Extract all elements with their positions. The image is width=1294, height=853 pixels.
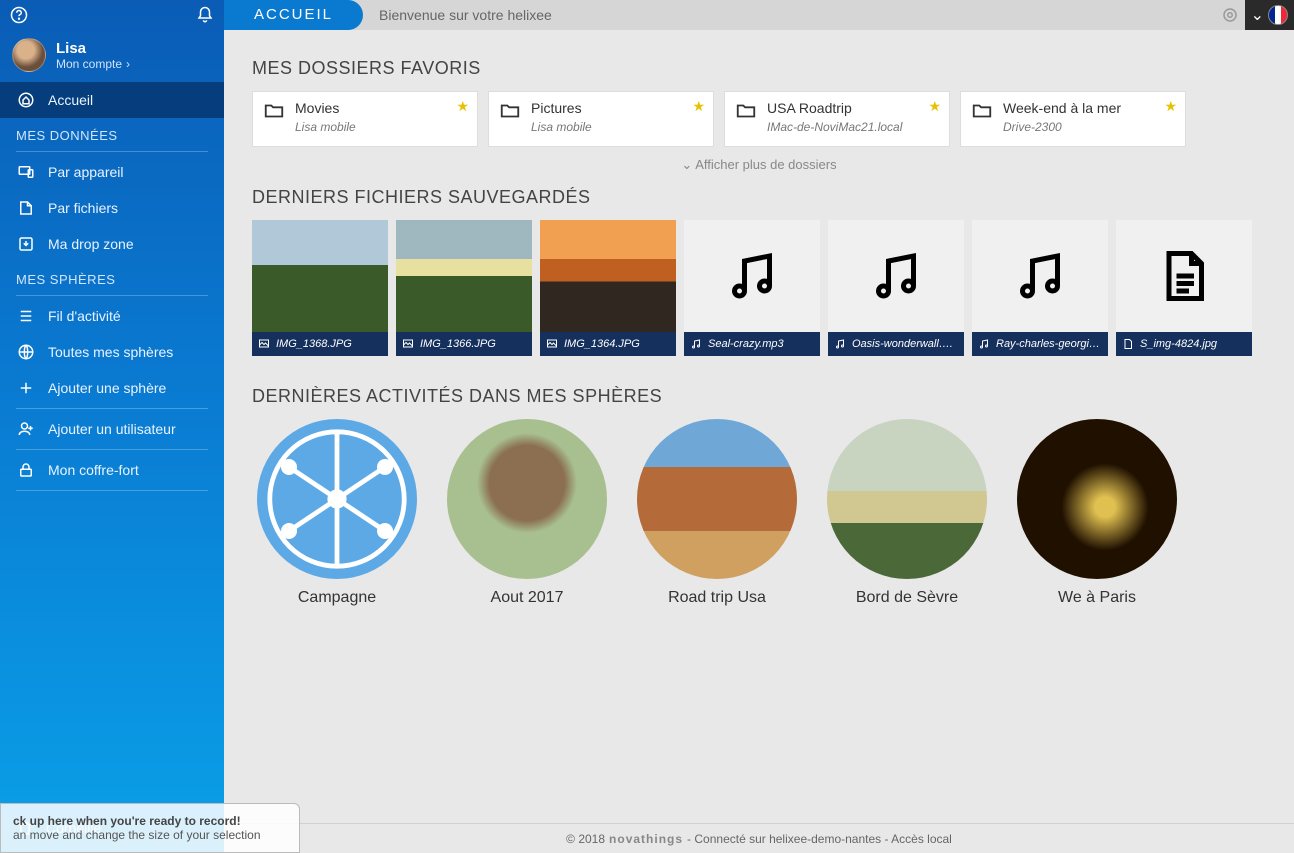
recent-spheres-heading: DERNIÈRES ACTIVITÉS DANS MES SPHÈRES xyxy=(252,386,1266,407)
sphere-image xyxy=(447,419,607,579)
favorites-row: ★ Movies Lisa mobile ★ Pictures Lisa mob… xyxy=(252,91,1266,147)
nav-add-user[interactable]: Ajouter un utilisateur xyxy=(0,411,224,447)
divider xyxy=(16,151,208,152)
sphere-image xyxy=(827,419,987,579)
file-card[interactable]: IMG_1366.JPG xyxy=(396,220,532,356)
overlay-line1: ck up here when you're ready to record! xyxy=(13,814,287,828)
music-icon xyxy=(834,338,846,350)
tab-home[interactable]: ACCUEIL xyxy=(224,0,363,30)
user-name: Lisa xyxy=(56,40,130,57)
doc-thumbnail xyxy=(1116,220,1252,332)
topbar: ACCUEIL Bienvenue sur votre helixee ⌄ xyxy=(224,0,1294,30)
my-account-link[interactable]: Mon compte› xyxy=(56,57,130,71)
image-thumbnail xyxy=(252,220,388,332)
sphere-image xyxy=(637,419,797,579)
files-row: IMG_1368.JPG IMG_1366.JPG IMG_1364.JPG S… xyxy=(252,220,1266,356)
file-card[interactable]: Seal-crazy.mp3 xyxy=(684,220,820,356)
target-icon[interactable] xyxy=(1215,0,1245,30)
sphere-image xyxy=(257,419,417,579)
image-icon xyxy=(258,338,270,350)
chevron-down-icon: ⌄ xyxy=(1251,5,1264,25)
devices-icon xyxy=(16,162,36,182)
section-my-data: MES DONNÉES xyxy=(0,118,224,149)
star-icon: ★ xyxy=(456,98,469,115)
show-more-folders[interactable]: ⌄ Afficher plus de dossiers xyxy=(252,147,1266,177)
folder-icon xyxy=(735,100,757,122)
image-thumbnail xyxy=(396,220,532,332)
star-icon: ★ xyxy=(928,98,941,115)
chevron-down-icon: ⌄ xyxy=(681,157,692,172)
favorites-heading: MES DOSSIERS FAVORIS xyxy=(252,58,1266,79)
help-icon[interactable] xyxy=(10,6,28,24)
sphere-item[interactable]: Bord de Sèvre xyxy=(822,419,992,607)
sphere-item[interactable]: Road trip Usa xyxy=(632,419,802,607)
globe-icon xyxy=(16,342,36,362)
spheres-row: Campagne Aout 2017 Road trip Usa Bord de… xyxy=(252,419,1266,607)
welcome-text: Bienvenue sur votre helixee xyxy=(379,7,552,23)
nav-add-sphere[interactable]: Ajouter une sphère xyxy=(0,370,224,406)
star-icon: ★ xyxy=(692,98,705,115)
image-icon xyxy=(402,338,414,350)
copyright: © 2018 xyxy=(566,832,605,846)
sphere-item[interactable]: Campagne xyxy=(252,419,422,607)
main-content: MES DOSSIERS FAVORIS ★ Movies Lisa mobil… xyxy=(224,30,1294,823)
dropzone-icon xyxy=(16,234,36,254)
sphere-image xyxy=(1017,419,1177,579)
divider xyxy=(16,449,208,450)
audio-thumbnail xyxy=(972,220,1108,332)
file-card[interactable]: S_img-4824.jpg xyxy=(1116,220,1252,356)
flag-fr-icon xyxy=(1268,5,1288,25)
home-icon xyxy=(16,90,36,110)
sidebar: Lisa Mon compte› Accueil MES DONNÉES Par… xyxy=(0,0,224,853)
user-plus-icon xyxy=(16,419,36,439)
language-selector[interactable]: ⌄ xyxy=(1245,0,1294,30)
divider xyxy=(16,408,208,409)
nav-vault[interactable]: Mon coffre-fort xyxy=(0,452,224,488)
favorite-folder[interactable]: ★ USA Roadtrip IMac-de-NoviMac21.local xyxy=(724,91,950,147)
image-icon xyxy=(546,338,558,350)
music-icon xyxy=(978,338,990,350)
footer-status: - Connecté sur helixee-demo-nantes - Acc… xyxy=(687,832,952,846)
favorite-folder[interactable]: ★ Week-end à la mer Drive-2300 xyxy=(960,91,1186,147)
recent-files-heading: DERNIERS FICHIERS SAUVEGARDÉS xyxy=(252,187,1266,208)
overlay-line2: an move and change the size of your sele… xyxy=(13,828,287,842)
nav-activity-feed[interactable]: Fil d'activité xyxy=(0,298,224,334)
nav-by-files[interactable]: Par fichiers xyxy=(0,190,224,226)
brand: novathings xyxy=(609,832,683,846)
favorite-folder[interactable]: ★ Pictures Lisa mobile xyxy=(488,91,714,147)
sphere-item[interactable]: Aout 2017 xyxy=(442,419,612,607)
sphere-item[interactable]: We à Paris xyxy=(1012,419,1182,607)
audio-thumbnail xyxy=(828,220,964,332)
lock-icon xyxy=(16,460,36,480)
image-thumbnail xyxy=(540,220,676,332)
audio-thumbnail xyxy=(684,220,820,332)
section-my-spheres: MES SPHÈRES xyxy=(0,262,224,293)
document-icon xyxy=(1122,338,1134,350)
star-icon: ★ xyxy=(1164,98,1177,115)
folder-icon xyxy=(971,100,993,122)
divider xyxy=(16,490,208,491)
plus-icon xyxy=(16,378,36,398)
music-icon xyxy=(690,338,702,350)
nav-home[interactable]: Accueil xyxy=(0,82,224,118)
file-card[interactable]: Oasis-wonderwall…. xyxy=(828,220,964,356)
nav-dropzone[interactable]: Ma drop zone xyxy=(0,226,224,262)
bell-icon[interactable] xyxy=(196,6,214,24)
avatar xyxy=(12,38,46,72)
files-icon xyxy=(16,198,36,218)
favorite-folder[interactable]: ★ Movies Lisa mobile xyxy=(252,91,478,147)
chevron-right-icon: › xyxy=(126,57,130,71)
folder-icon xyxy=(263,100,285,122)
nav-by-device[interactable]: Par appareil xyxy=(0,154,224,190)
file-card[interactable]: IMG_1368.JPG xyxy=(252,220,388,356)
record-hint-overlay: ck up here when you're ready to record! … xyxy=(0,803,300,853)
nav-all-spheres[interactable]: Toutes mes sphères xyxy=(0,334,224,370)
folder-icon xyxy=(499,100,521,122)
footer: © 2018 novathings - Connecté sur helixee… xyxy=(224,823,1294,853)
file-card[interactable]: Ray-charles-georgi… xyxy=(972,220,1108,356)
user-profile[interactable]: Lisa Mon compte› xyxy=(0,30,224,82)
file-card[interactable]: IMG_1364.JPG xyxy=(540,220,676,356)
divider xyxy=(16,295,208,296)
list-icon xyxy=(16,306,36,326)
